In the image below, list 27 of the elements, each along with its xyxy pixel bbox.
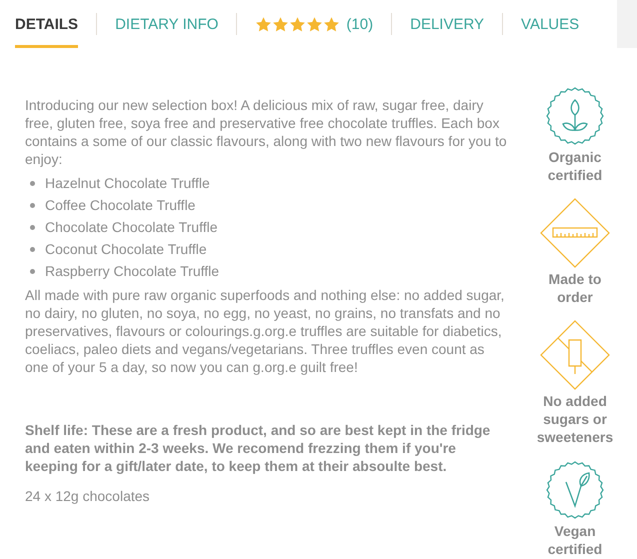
- tab[interactable]: (10): [255, 0, 374, 48]
- tab[interactable]: DETAILS: [15, 0, 78, 48]
- tab[interactable]: DELIVERY: [410, 0, 484, 48]
- leaf-seal-icon: [545, 86, 605, 146]
- description-paragraph: All made with pure raw organic superfoods and nothing else: no added sugar, no dairy, no gluten, no soya, no egg, no yeast, no grains, no transfats and no preservatives, flavours or colourings.g.org.e truffles are suitable for diabetics, coeliacs, paleo diets and vegans/vegetarians. Three truffles even count as one of your 5 a day, so now you can g.org.e guilt free!: [25, 286, 506, 376]
- tab[interactable]: DIETARY INFO: [115, 0, 218, 48]
- badge-label: No added sugars or sweeteners: [536, 392, 614, 446]
- tab[interactable]: VALUES: [521, 0, 580, 48]
- badge-label: Made to order: [548, 270, 602, 306]
- ruler-diamond-icon: [540, 198, 610, 268]
- flavour-item: Chocolate Chocolate Truffle: [45, 218, 218, 236]
- flavour-item: Coconut Chocolate Truffle: [45, 240, 207, 258]
- bullet-icon: [30, 224, 35, 230]
- shelf-life-paragraph: Shelf life: These are a fresh product, and so are best kept in the fridge and eaten within 2-3 weeks. We recomend frezzing them if you're keeping for a gift/later date, to keep them at their absoulte best.: [25, 421, 492, 475]
- leaf-seal-icon: [545, 460, 605, 520]
- contents-text: 24 x 12g chocolates: [25, 487, 151, 505]
- badge-label: Organic certified: [546, 148, 604, 184]
- bullet-icon: [30, 246, 35, 252]
- flavour-item: Coffee Chocolate Truffle: [45, 196, 196, 214]
- ice-lolly-diamond-icon: [540, 320, 610, 390]
- badge-label: Vegan certified: [546, 522, 604, 558]
- flavour-item: Hazelnut Chocolate Truffle: [45, 174, 210, 192]
- bullet-icon: [30, 202, 35, 208]
- bullet-icon: [30, 268, 35, 274]
- bullet-icon: [30, 180, 35, 186]
- intro-paragraph: Introducing our new selection box! A delicious mix of raw, sugar free, dairy free, gluten free, soya free and preservative free chocolate truffles. Each box contains a some of our classic flavours, along with two new flavours for you to enjoy:: [25, 96, 507, 168]
- flavour-item: Raspberry Chocolate Truffle: [45, 262, 220, 280]
